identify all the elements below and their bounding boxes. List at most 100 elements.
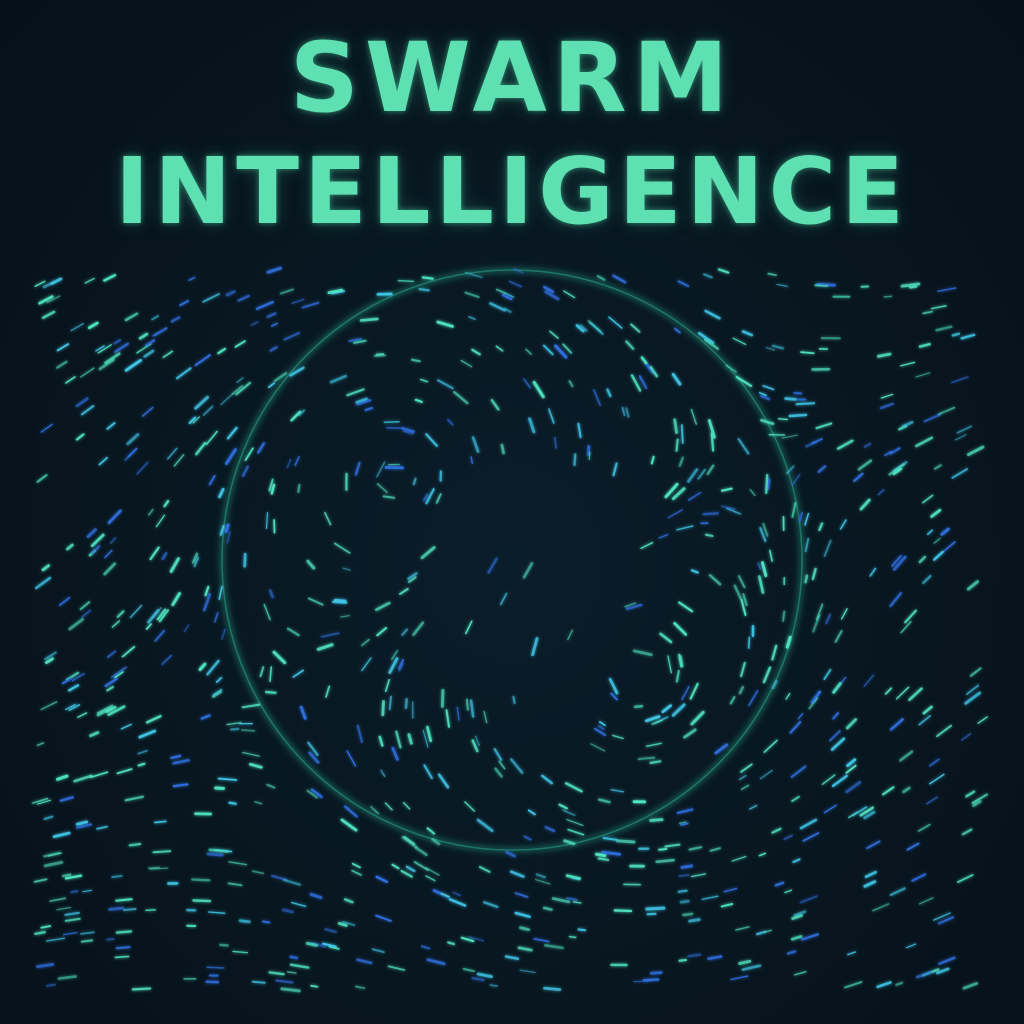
swarm-particle	[268, 971, 285, 976]
swarm-particle	[84, 277, 95, 284]
swarm-particle	[200, 714, 211, 720]
swarm-particle	[667, 509, 684, 519]
swarm-particle	[425, 867, 440, 876]
swarm-particle	[399, 587, 409, 595]
swarm-particle	[419, 378, 429, 383]
swarm-particle	[87, 321, 99, 330]
swarm-particle	[676, 525, 694, 531]
swarm-particle	[678, 601, 694, 613]
swarm-particle	[161, 551, 168, 561]
swarm-particle	[613, 909, 633, 913]
swarm-particle	[198, 662, 207, 671]
swarm-particle	[241, 465, 249, 478]
swarm-particle	[823, 668, 832, 680]
swarm-particle	[834, 630, 843, 643]
swarm-particle	[597, 725, 605, 731]
swarm-particle	[269, 346, 278, 352]
swarm-particle	[528, 417, 536, 434]
swarm-particle	[957, 874, 974, 883]
swarm-particle	[445, 709, 451, 728]
swarm-particle	[915, 970, 933, 979]
swarm-particle	[410, 358, 421, 363]
swarm-particle	[89, 771, 109, 779]
swarm-particle	[776, 283, 789, 288]
swarm-particle	[527, 809, 536, 816]
swarm-particle	[124, 795, 145, 802]
swarm-particle	[799, 818, 818, 830]
swarm-particle	[114, 342, 130, 353]
swarm-particle	[324, 927, 337, 934]
swarm-particle	[671, 372, 682, 386]
swarm-particle	[299, 705, 307, 720]
swarm-particle	[625, 407, 630, 418]
swarm-particle	[493, 748, 503, 761]
swarm-particle	[610, 692, 618, 701]
swarm-particle	[758, 575, 765, 594]
swarm-particle	[103, 273, 117, 282]
swarm-particle	[966, 580, 979, 591]
swarm-particle	[733, 584, 743, 600]
swarm-particle	[789, 720, 802, 734]
swarm-particle	[33, 878, 48, 883]
swarm-particle	[933, 464, 942, 470]
swarm-particle	[360, 638, 370, 647]
swarm-particle	[52, 831, 71, 839]
swarm-particle	[900, 361, 916, 367]
swarm-particle	[928, 758, 940, 767]
swarm-particle	[342, 567, 351, 571]
swarm-particle	[821, 774, 836, 786]
swarm-particle	[82, 889, 93, 893]
swarm-particle	[162, 350, 174, 359]
swarm-particle	[495, 345, 504, 352]
swarm-particle	[960, 333, 976, 340]
swarm-particle	[771, 827, 782, 834]
swarm-particle	[188, 276, 196, 282]
swarm-particle	[749, 804, 758, 810]
swarm-particle	[202, 405, 214, 416]
swarm-particle	[107, 509, 122, 525]
swarm-particle	[202, 593, 212, 612]
swarm-particle	[136, 461, 149, 475]
swarm-particle	[532, 380, 545, 399]
swarm-particle	[681, 685, 690, 701]
swarm-particle	[717, 268, 730, 274]
swarm-particle	[678, 958, 688, 962]
swarm-particle	[226, 531, 231, 544]
swarm-particle	[525, 348, 532, 355]
swarm-particle	[124, 312, 139, 322]
swarm-particle	[34, 280, 46, 287]
swarm-particle	[414, 398, 423, 403]
swarm-particle	[426, 725, 433, 743]
swarm-particle	[965, 790, 976, 798]
swarm-particle	[263, 603, 271, 621]
swarm-particle	[895, 981, 904, 986]
swarm-particle	[414, 846, 428, 857]
swarm-particle	[426, 827, 436, 835]
swarm-particle	[637, 756, 656, 761]
swarm-particle	[256, 442, 266, 454]
swarm-particle	[965, 684, 980, 696]
swarm-particle	[760, 394, 771, 401]
swarm-particle	[866, 840, 881, 850]
swarm-particle	[391, 863, 400, 870]
swarm-particle	[671, 703, 686, 717]
swarm-particle	[766, 478, 770, 490]
swarm-particle	[863, 674, 875, 687]
swarm-particle	[651, 719, 663, 725]
swarm-particle	[533, 938, 550, 943]
swarm-particle	[922, 705, 933, 715]
swarm-particle	[675, 438, 679, 452]
swarm-particle	[346, 750, 357, 767]
swarm-particle	[45, 937, 66, 942]
swarm-particle	[689, 682, 699, 700]
swarm-particle	[152, 850, 172, 854]
swarm-particle	[469, 699, 475, 718]
swarm-particle	[75, 397, 89, 408]
swarm-particle	[465, 620, 473, 635]
swarm-particle	[690, 569, 699, 574]
swarm-particle	[829, 730, 841, 742]
swarm-particle	[220, 393, 234, 406]
swarm-particle	[267, 382, 275, 389]
swarm-particle	[935, 325, 953, 332]
swarm-particle	[206, 852, 224, 857]
